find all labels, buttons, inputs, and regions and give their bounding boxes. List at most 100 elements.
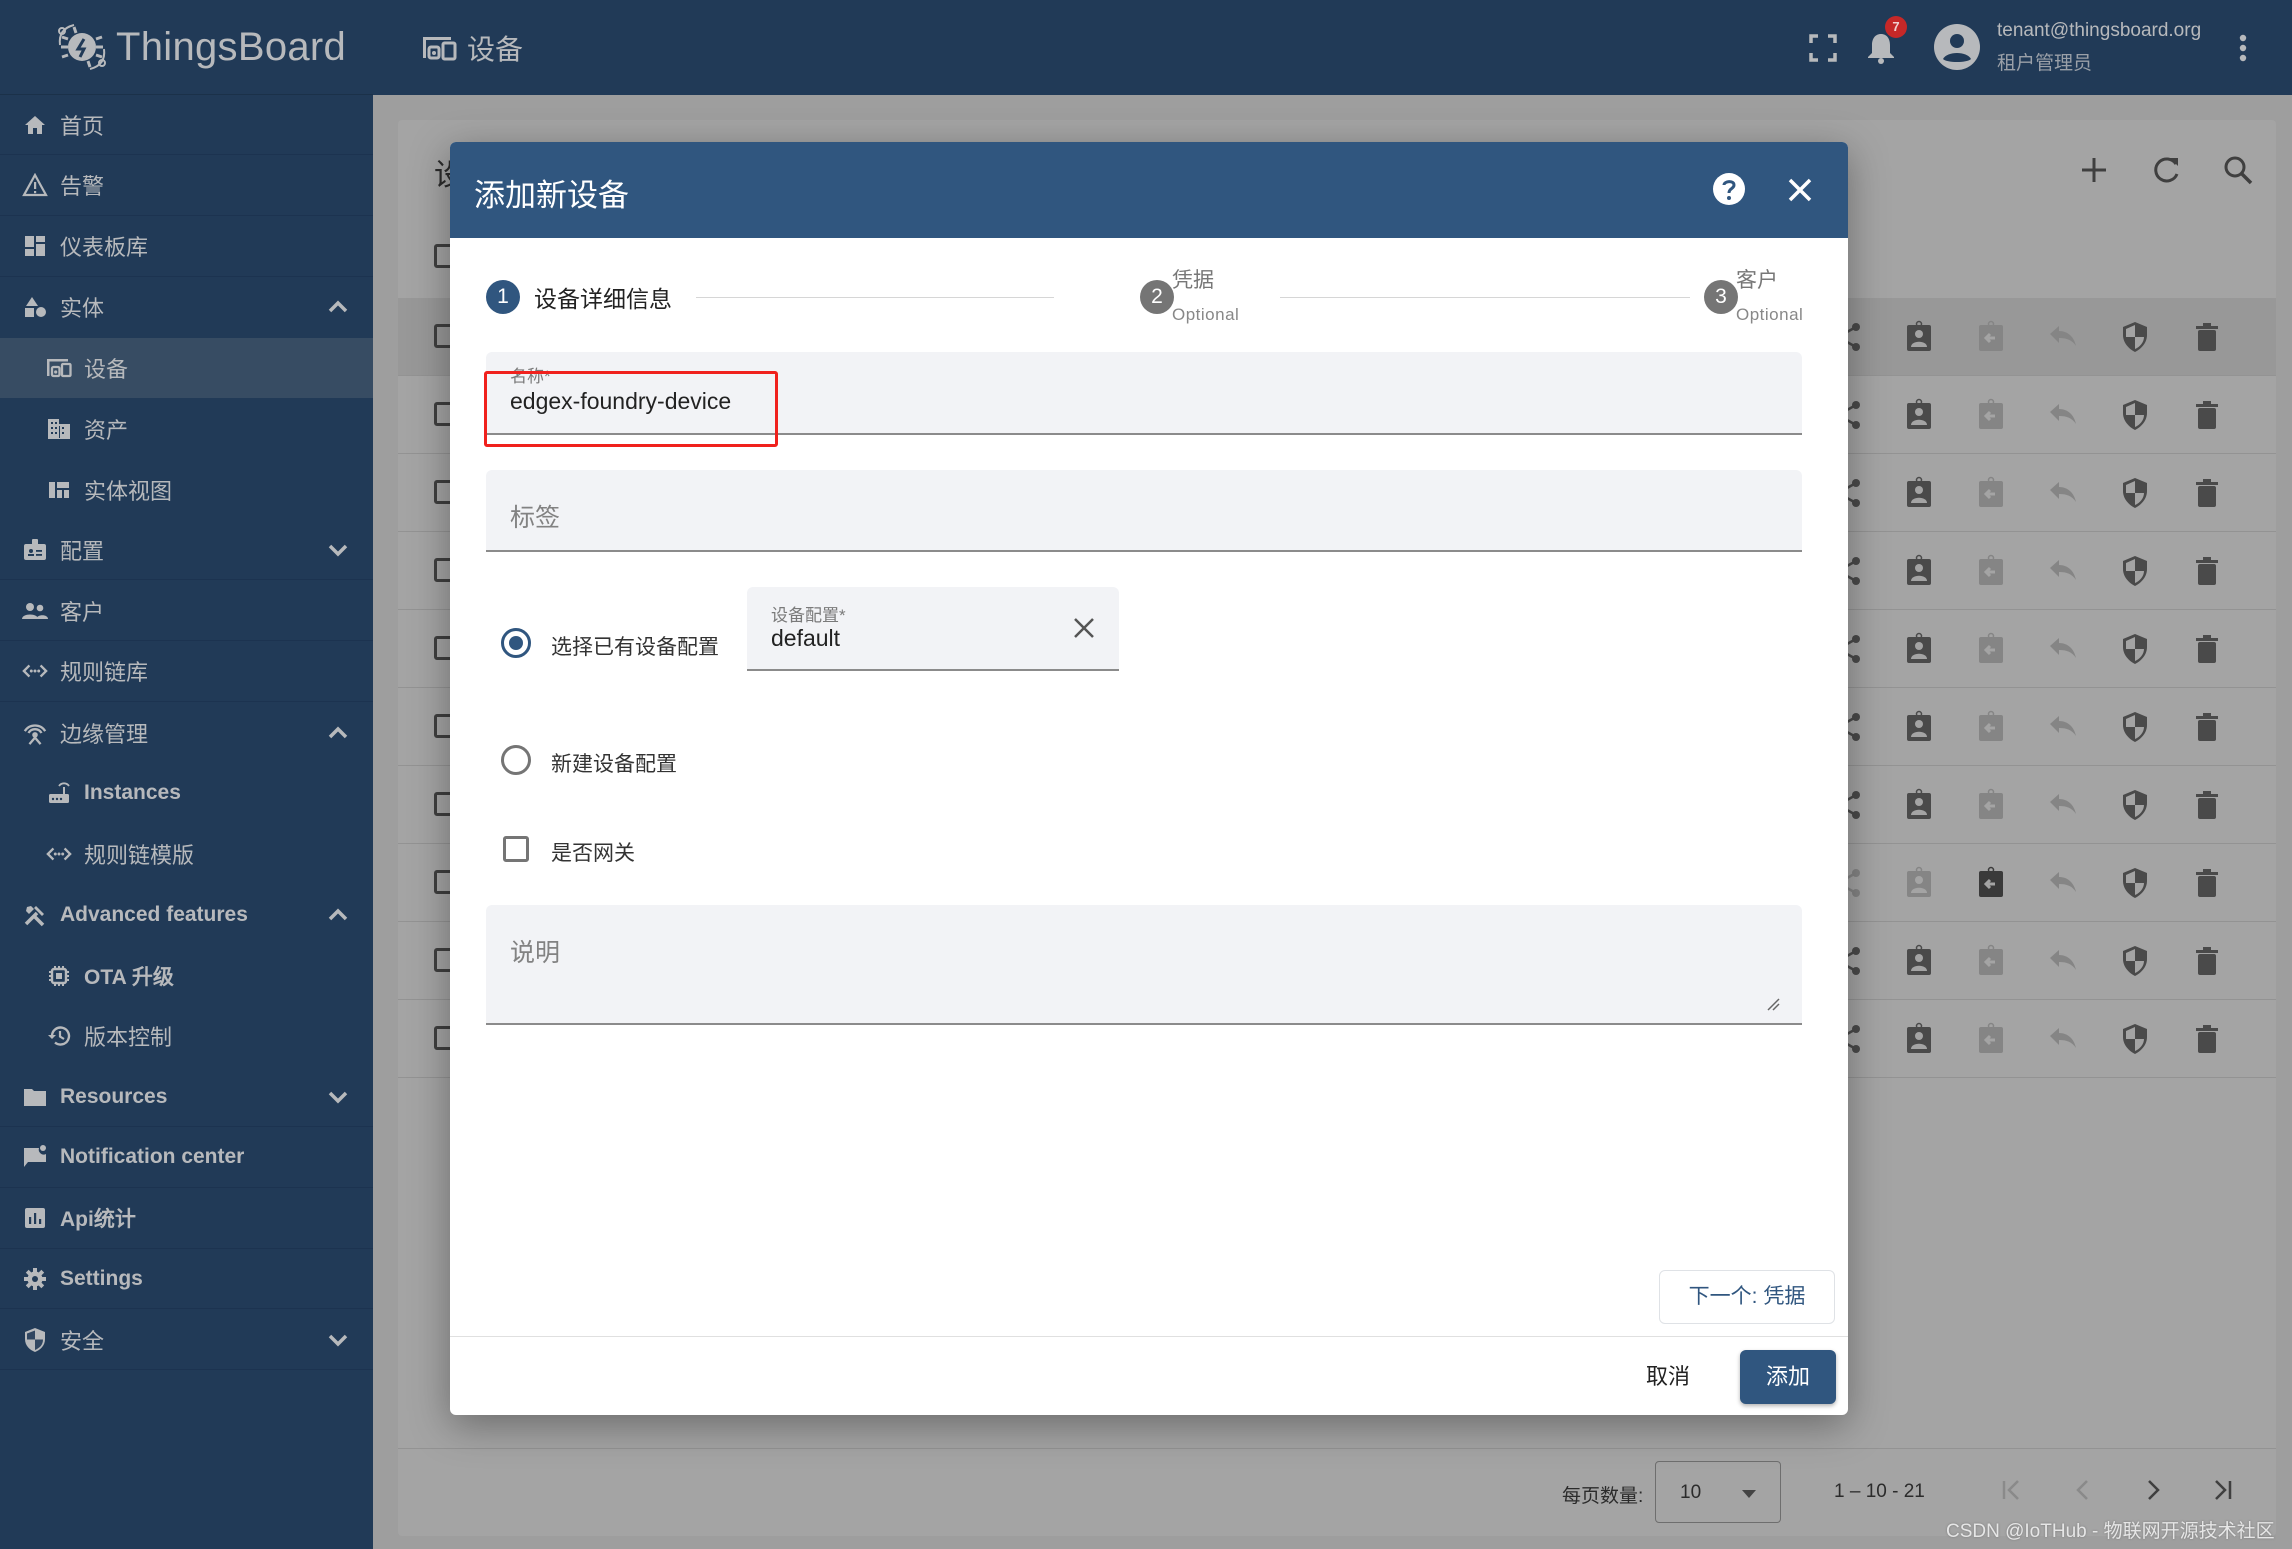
sidebar-item-17[interactable]: Notification center [0, 1128, 373, 1188]
add-button[interactable]: 添加 [1740, 1350, 1836, 1404]
resize-handle-icon[interactable] [1766, 997, 1780, 1011]
chevron-down-icon[interactable] [324, 1083, 352, 1111]
description-field[interactable]: 说明 [486, 905, 1802, 1025]
reply-icon[interactable] [2046, 866, 2080, 900]
unassign-from-customer-icon[interactable] [1974, 554, 2008, 588]
delete-icon[interactable] [2190, 1022, 2224, 1056]
chevron-up-icon[interactable] [324, 719, 352, 747]
cancel-button[interactable]: 取消 [1630, 1350, 1706, 1404]
manage-credentials-icon[interactable] [2118, 944, 2152, 978]
assign-to-customer-icon[interactable] [1902, 398, 1936, 432]
sidebar-item-1[interactable]: 告警 [0, 156, 373, 216]
chevron-down-icon[interactable] [324, 536, 352, 564]
sidebar-item-8[interactable]: 客户 [0, 581, 373, 641]
unassign-from-customer-icon[interactable] [1974, 632, 2008, 666]
delete-icon[interactable] [2190, 788, 2224, 822]
sidebar-item-3[interactable]: 实体 [0, 277, 373, 337]
existing-profile-radio[interactable] [501, 628, 531, 658]
sidebar-item-12[interactable]: 规则链模版 [0, 824, 373, 884]
step-device-details[interactable]: 1 设备详细信息 [486, 280, 672, 314]
reply-icon[interactable] [2046, 1022, 2080, 1056]
manage-credentials-icon[interactable] [2118, 788, 2152, 822]
new-profile-label[interactable]: 新建设备配置 [551, 748, 677, 778]
sidebar-item-14[interactable]: OTA 升级 [0, 946, 373, 1006]
manage-credentials-icon[interactable] [2118, 320, 2152, 354]
assign-to-customer-icon[interactable] [1902, 944, 1936, 978]
gateway-checkbox[interactable] [503, 836, 529, 862]
assign-to-customer-icon[interactable] [1902, 788, 1936, 822]
manage-credentials-icon[interactable] [2118, 866, 2152, 900]
unassign-from-customer-icon[interactable] [1974, 866, 2008, 900]
unassign-from-customer-icon[interactable] [1974, 1022, 2008, 1056]
user-email[interactable]: tenant@thingsboard.org [1997, 20, 2201, 42]
sidebar-item-2[interactable]: 仪表板库 [0, 217, 373, 277]
assign-to-customer-icon[interactable] [1902, 632, 1936, 666]
more-vert-icon[interactable] [2233, 30, 2253, 66]
manage-credentials-icon[interactable] [2118, 710, 2152, 744]
previous-page-icon[interactable] [2068, 1475, 2098, 1505]
unassign-from-customer-icon[interactable] [1974, 788, 2008, 822]
gateway-checkbox-label[interactable]: 是否网关 [551, 837, 635, 867]
chevron-down-icon[interactable] [324, 1326, 352, 1354]
last-page-icon[interactable] [2208, 1475, 2238, 1505]
new-profile-radio[interactable] [501, 745, 531, 775]
delete-icon[interactable] [2190, 320, 2224, 354]
delete-icon[interactable] [2190, 944, 2224, 978]
device-profile-field[interactable]: 设备配置* [747, 587, 1119, 671]
reply-icon[interactable] [2046, 554, 2080, 588]
clear-icon[interactable] [1071, 615, 1097, 641]
unassign-from-customer-icon[interactable] [1974, 398, 2008, 432]
refresh-icon[interactable] [2146, 150, 2186, 190]
page-size-select[interactable]: 10 [1655, 1461, 1781, 1523]
reply-icon[interactable] [2046, 320, 2080, 354]
step-credentials[interactable]: 2 [1140, 280, 1174, 314]
sidebar-item-16[interactable]: Resources [0, 1067, 373, 1127]
assign-to-customer-icon[interactable] [1902, 1022, 1936, 1056]
delete-icon[interactable] [2190, 710, 2224, 744]
sidebar-item-0[interactable]: 首页 [0, 95, 373, 155]
sidebar-item-6[interactable]: 实体视图 [0, 460, 373, 520]
assign-to-customer-icon[interactable] [1902, 710, 1936, 744]
unassign-from-customer-icon[interactable] [1974, 320, 2008, 354]
sidebar-item-10[interactable]: 边缘管理 [0, 703, 373, 763]
delete-icon[interactable] [2190, 866, 2224, 900]
sidebar-item-20[interactable]: 安全 [0, 1310, 373, 1370]
reply-icon[interactable] [2046, 476, 2080, 510]
chevron-up-icon[interactable] [324, 293, 352, 321]
sidebar-item-4[interactable]: 设备 [0, 338, 373, 398]
delete-icon[interactable] [2190, 632, 2224, 666]
delete-icon[interactable] [2190, 554, 2224, 588]
manage-credentials-icon[interactable] [2118, 554, 2152, 588]
fullscreen-icon[interactable] [1805, 30, 1841, 66]
step-customer[interactable]: 3 [1704, 280, 1738, 314]
sidebar-item-7[interactable]: 配置 [0, 520, 373, 581]
next-credentials-button[interactable]: 下一个: 凭据 [1659, 1270, 1835, 1324]
existing-profile-label[interactable]: 选择已有设备配置 [551, 631, 719, 661]
logo[interactable]: ThingsBoard [0, 0, 373, 95]
help-icon[interactable] [1712, 172, 1746, 206]
sidebar-item-13[interactable]: Advanced features [0, 885, 373, 945]
reply-icon[interactable] [2046, 788, 2080, 822]
reply-icon[interactable] [2046, 632, 2080, 666]
chevron-up-icon[interactable] [324, 901, 352, 929]
assign-to-customer-icon[interactable] [1902, 554, 1936, 588]
unassign-from-customer-icon[interactable] [1974, 476, 2008, 510]
sidebar-item-11[interactable]: Instances [0, 763, 373, 823]
search-icon[interactable] [2218, 150, 2258, 190]
manage-credentials-icon[interactable] [2118, 1022, 2152, 1056]
device-profile-input[interactable] [771, 625, 1051, 652]
reply-icon[interactable] [2046, 944, 2080, 978]
delete-icon[interactable] [2190, 476, 2224, 510]
assign-to-customer-icon[interactable] [1902, 476, 1936, 510]
reply-icon[interactable] [2046, 710, 2080, 744]
manage-credentials-icon[interactable] [2118, 398, 2152, 432]
label-field[interactable]: 标签 [486, 470, 1802, 552]
manage-credentials-icon[interactable] [2118, 632, 2152, 666]
manage-credentials-icon[interactable] [2118, 476, 2152, 510]
add-icon[interactable] [2074, 150, 2114, 190]
assign-to-customer-icon[interactable] [1902, 320, 1936, 354]
assign-to-customer-icon[interactable] [1902, 866, 1936, 900]
unassign-from-customer-icon[interactable] [1974, 944, 2008, 978]
sidebar-item-9[interactable]: 规则链库 [0, 642, 373, 702]
sidebar-item-5[interactable]: 资产 [0, 399, 373, 459]
